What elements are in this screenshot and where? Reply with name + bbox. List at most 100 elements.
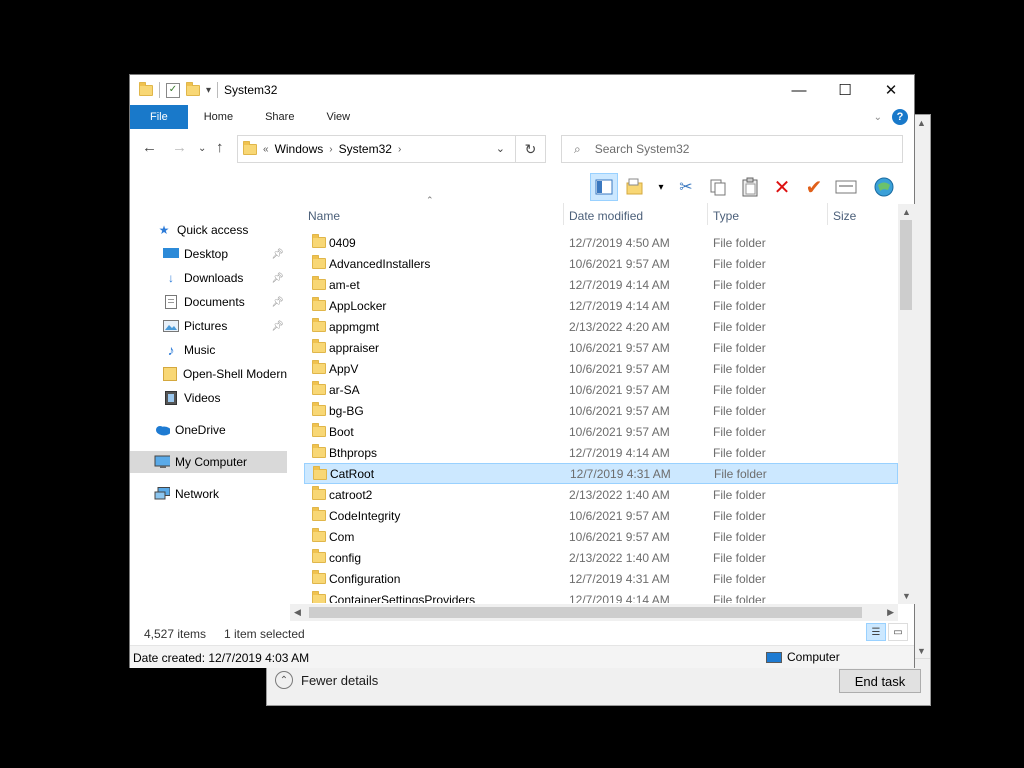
properties-button[interactable]: [832, 173, 860, 201]
new-folder-icon[interactable]: [186, 81, 200, 96]
nav-item-my-computer[interactable]: My Computer: [130, 451, 287, 473]
customize-toolbar-chevron-icon[interactable]: ▾: [206, 85, 211, 96]
expand-ribbon-chevron-icon[interactable]: ⌄: [874, 112, 882, 123]
pin-icon[interactable]: 📌︎: [271, 297, 284, 308]
file-row[interactable]: am-et 12/7/2019 4:14 AM File folder: [304, 274, 898, 295]
close-button[interactable]: ✕: [868, 75, 914, 105]
column-header-type[interactable]: Type: [713, 205, 739, 227]
file-row[interactable]: Bthprops 12/7/2019 4:14 AM File folder: [304, 442, 898, 463]
chevron-right-icon[interactable]: ›: [329, 144, 332, 155]
pin-icon[interactable]: 📌︎: [271, 273, 284, 284]
maximize-button[interactable]: ☐: [822, 75, 868, 105]
navigation-pane-button[interactable]: [590, 173, 618, 201]
scroll-down-arrow-icon[interactable]: ▼: [917, 646, 926, 656]
breadcrumb-windows[interactable]: Windows: [275, 142, 324, 156]
nav-item-documents[interactable]: Documents 📌︎: [130, 291, 287, 313]
large-icons-view-button[interactable]: ▭: [888, 623, 908, 641]
file-list-vertical-scrollbar[interactable]: ▲ ▼: [898, 204, 915, 604]
music-icon: ♪: [167, 342, 175, 358]
address-dropdown-icon[interactable]: ⌄: [496, 142, 505, 155]
file-row[interactable]: catroot2 2/13/2022 1:40 AM File folder: [304, 484, 898, 505]
file-row[interactable]: appmgmt 2/13/2022 4:20 AM File folder: [304, 316, 898, 337]
minimize-button[interactable]: —: [776, 75, 822, 105]
properties-icon: [835, 180, 857, 194]
nav-item-network[interactable]: Network: [130, 483, 287, 505]
file-row[interactable]: Com 10/6/2021 9:57 AM File folder: [304, 526, 898, 547]
nav-item-onedrive[interactable]: OneDrive: [130, 419, 287, 441]
scroll-left-arrow-icon[interactable]: ◀: [294, 607, 301, 618]
file-row[interactable]: Boot 10/6/2021 9:57 AM File folder: [304, 421, 898, 442]
pin-icon[interactable]: 📌︎: [271, 249, 284, 260]
refresh-button[interactable]: ↻: [516, 135, 546, 163]
scroll-up-arrow-icon[interactable]: ▲: [917, 118, 926, 128]
folder-icon: [312, 570, 326, 584]
fewer-details-button[interactable]: ⌃ Fewer details: [275, 671, 378, 689]
search-input[interactable]: ⌕ Search System32: [561, 135, 903, 163]
file-row[interactable]: ContainerSettingsProviders 12/7/2019 4:14…: [304, 589, 898, 603]
pin-icon[interactable]: 📌︎: [271, 321, 284, 332]
ribbon-tabs: File Home Share View ⌄ ?: [130, 105, 914, 129]
file-list-horizontal-scrollbar[interactable]: ◀ ▶: [290, 604, 898, 621]
scrollbar-thumb[interactable]: [309, 607, 862, 618]
file-type: File folder: [713, 550, 766, 565]
new-folder-button[interactable]: [622, 173, 650, 201]
file-row[interactable]: 0409 12/7/2019 4:50 AM File folder: [304, 232, 898, 253]
file-row[interactable]: bg-BG 10/6/2021 9:57 AM File folder: [304, 400, 898, 421]
nav-item-videos[interactable]: Videos: [130, 387, 287, 409]
scroll-down-arrow-icon[interactable]: ▼: [902, 591, 911, 601]
scroll-right-arrow-icon[interactable]: ▶: [887, 607, 894, 618]
file-type: File folder: [713, 256, 766, 271]
internet-options-button[interactable]: [870, 173, 898, 201]
column-header-size[interactable]: Size: [833, 205, 856, 227]
task-manager-scrollbar[interactable]: ▲ ▼: [913, 115, 930, 659]
view-dropdown-chevron-icon[interactable]: ▾: [654, 173, 668, 201]
sort-ascending-icon: ⌃: [426, 195, 434, 205]
tab-share[interactable]: Share: [249, 105, 310, 129]
help-icon[interactable]: ?: [892, 109, 908, 125]
forward-arrow-icon[interactable]: →: [172, 139, 187, 156]
file-row[interactable]: config 2/13/2022 1:40 AM File folder: [304, 547, 898, 568]
details-view-button[interactable]: ☰: [866, 623, 886, 641]
tab-view[interactable]: View: [310, 105, 366, 129]
properties-icon[interactable]: ✓: [166, 82, 180, 98]
file-row[interactable]: CatRoot 12/7/2019 4:31 AM File folder: [304, 463, 898, 484]
checkmark-icon: ✔: [805, 176, 823, 199]
command-toolbar: ▾ ✂ ✕ ✔: [590, 171, 898, 203]
paste-button[interactable]: [736, 173, 764, 201]
tab-home[interactable]: Home: [188, 105, 249, 129]
overflow-chevron[interactable]: «: [263, 144, 269, 155]
file-row[interactable]: ar-SA 10/6/2021 9:57 AM File folder: [304, 379, 898, 400]
back-arrow-icon[interactable]: ←: [142, 139, 157, 156]
file-type: File folder: [713, 445, 766, 460]
nav-item-music[interactable]: ♪ Music: [130, 339, 287, 361]
nav-item-quick-access[interactable]: ★ Quick access: [130, 219, 287, 241]
chevron-right-icon[interactable]: ›: [398, 144, 401, 155]
column-header-name[interactable]: Name: [308, 205, 340, 227]
file-row[interactable]: AdvancedInstallers 10/6/2021 9:57 AM File …: [304, 253, 898, 274]
address-bar[interactable]: « Windows › System32 › ⌄: [237, 135, 516, 163]
up-arrow-icon[interactable]: ↑: [216, 139, 224, 156]
column-header-date-modified[interactable]: Date modified: [569, 205, 643, 227]
scrollbar-thumb[interactable]: [900, 220, 912, 310]
title-bar: ✓ ▾ System32 — ☐ ✕: [130, 75, 914, 105]
nav-item-desktop[interactable]: Desktop 📌︎: [130, 243, 287, 265]
file-date-modified: 2/13/2022 1:40 AM: [569, 550, 670, 565]
nav-item-pictures[interactable]: Pictures 📌︎: [130, 315, 287, 337]
file-row[interactable]: Configuration 12/7/2019 4:31 AM File folde…: [304, 568, 898, 589]
end-task-button[interactable]: End task: [839, 669, 921, 693]
file-row[interactable]: CodeIntegrity 10/6/2021 9:57 AM File folde…: [304, 505, 898, 526]
cut-button[interactable]: ✂: [672, 173, 700, 201]
breadcrumb-system32[interactable]: System32: [339, 142, 392, 156]
file-row[interactable]: appraiser 10/6/2021 9:57 AM File folder: [304, 337, 898, 358]
delete-button[interactable]: ✕: [768, 173, 796, 201]
scroll-up-arrow-icon[interactable]: ▲: [902, 207, 911, 217]
nav-item-downloads[interactable]: ↓ Downloads 📌︎: [130, 267, 287, 289]
file-row[interactable]: AppLocker 12/7/2019 4:14 AM File folder: [304, 295, 898, 316]
copy-button[interactable]: [704, 173, 732, 201]
rename-button[interactable]: ✔: [800, 173, 828, 201]
tab-file[interactable]: File: [130, 105, 188, 129]
recent-locations-chevron-icon[interactable]: ⌄: [198, 143, 206, 154]
desktop-icon: [163, 247, 179, 261]
file-row[interactable]: AppV 10/6/2021 9:57 AM File folder: [304, 358, 898, 379]
nav-item-open-shell-modern[interactable]: Open-Shell Modern: [130, 363, 287, 385]
